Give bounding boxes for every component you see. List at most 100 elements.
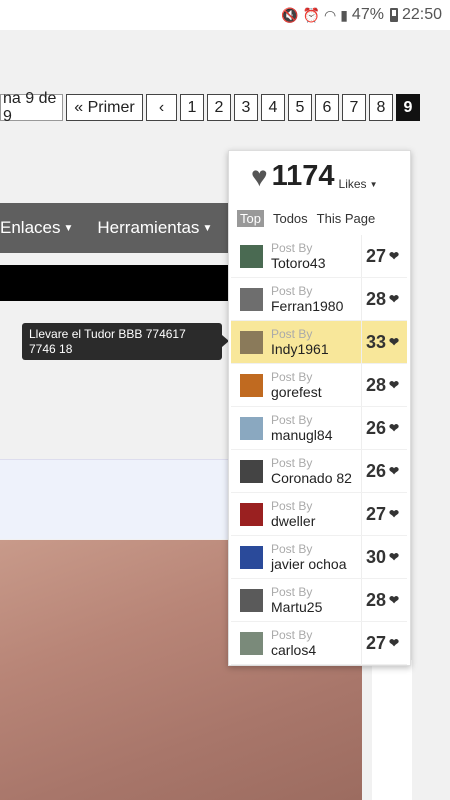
- post-by-label: Post By: [271, 369, 313, 384]
- post-by-label: Post By: [271, 541, 313, 556]
- like-score-value: 28: [366, 374, 387, 395]
- avatar[interactable]: [240, 416, 263, 440]
- nav-enlaces[interactable]: Enlaces ▼: [0, 218, 73, 238]
- heart-icon: ❤: [389, 593, 400, 607]
- page-3-button[interactable]: 3: [234, 94, 258, 121]
- tab-top[interactable]: Top: [237, 209, 264, 227]
- liker-info: Post By carlos4: [271, 627, 361, 658]
- likes-row[interactable]: Post By Ferran1980 28 ❤: [231, 278, 407, 321]
- liker-name[interactable]: Indy1961: [271, 341, 361, 357]
- tab-todos[interactable]: Todos: [273, 211, 308, 226]
- post-side-strip: [372, 660, 412, 800]
- current-page[interactable]: 9: [396, 94, 420, 121]
- likes-list: Post By Totoro43 27 ❤ Post By Ferran1980 28 ❤ Po…: [229, 235, 410, 665]
- forum-navbar: Enlaces▼ Herramientas▼ Bu: [0, 203, 230, 253]
- avatar[interactable]: [240, 244, 263, 268]
- post-by-label: Post By: [271, 498, 313, 513]
- liker-info: Post By Ferran1980: [271, 284, 361, 314]
- liker-name[interactable]: dweller: [271, 513, 361, 529]
- heart-icon: ❤: [389, 378, 400, 392]
- page-6-button[interactable]: 6: [315, 94, 339, 121]
- post-by-label: Post By: [271, 326, 313, 341]
- heart-icon: ❤: [389, 507, 400, 521]
- heart-icon: ❤: [389, 636, 400, 650]
- likes-row[interactable]: Post By javier ochoa 30 ❤: [231, 536, 407, 579]
- like-score: 28 ❤: [361, 364, 407, 406]
- wifi-icon: ◠: [323, 6, 337, 23]
- likes-row[interactable]: Post By Indy1961 33 ❤: [231, 321, 407, 364]
- heart-icon: ❤: [389, 550, 400, 564]
- avatar[interactable]: [240, 287, 263, 311]
- like-score: 26 ❤: [361, 407, 407, 449]
- nav-herramientas[interactable]: Herramientas ▼: [97, 218, 212, 238]
- tab-this-page[interactable]: This Page: [317, 211, 376, 226]
- likes-row[interactable]: Post By carlos4 27 ❤: [231, 622, 407, 665]
- liker-info: Post By Martu25: [271, 584, 361, 615]
- heart-icon: ❤: [389, 292, 400, 306]
- status-bar: 🔇 ⏰ ◠ ▮ 47% 22:50: [0, 0, 450, 30]
- avatar[interactable]: [240, 373, 263, 397]
- liker-info: Post By Totoro43: [271, 240, 361, 271]
- pagination: na 9 de 9 « Primer ‹ 1 2 3 4 5 6 7 8 9: [0, 90, 420, 125]
- caret-down-icon: ▼: [369, 179, 378, 189]
- like-score-value: 33: [366, 331, 387, 352]
- heart-icon: ♥: [251, 161, 268, 192]
- avatar[interactable]: [240, 330, 263, 354]
- title-bar: [0, 265, 230, 301]
- page-7-button[interactable]: 7: [342, 94, 366, 121]
- avatar[interactable]: [240, 631, 263, 655]
- first-page-button[interactable]: « Primer: [66, 94, 143, 121]
- liker-name[interactable]: Martu25: [271, 599, 361, 615]
- post-by-label: Post By: [271, 240, 313, 255]
- heart-icon: ❤: [389, 249, 400, 263]
- like-score-value: 27: [366, 632, 387, 653]
- like-score: 28 ❤: [361, 579, 407, 621]
- likes-dropdown[interactable]: Likes ▼: [339, 177, 378, 191]
- liker-name[interactable]: Totoro43: [271, 255, 361, 271]
- page-5-button[interactable]: 5: [288, 94, 312, 121]
- avatar[interactable]: [240, 459, 263, 483]
- liker-name[interactable]: gorefest: [271, 384, 361, 400]
- page-4-button[interactable]: 4: [261, 94, 285, 121]
- likes-header: ♥ 1174 Likes ▼: [229, 151, 410, 201]
- liker-name[interactable]: manugl84: [271, 427, 361, 443]
- signal-icon: ▮: [340, 6, 348, 23]
- likes-row[interactable]: Post By gorefest 28 ❤: [231, 364, 407, 407]
- battery-percent: 47%: [351, 6, 384, 23]
- likes-popover: ♥ 1174 Likes ▼ Top Todos This Page Post …: [228, 150, 411, 666]
- liker-info: Post By Coronado 82: [271, 456, 361, 486]
- liker-name[interactable]: javier ochoa: [271, 556, 361, 572]
- likes-row[interactable]: Post By Totoro43 27 ❤: [231, 235, 407, 278]
- avatar[interactable]: [240, 502, 263, 526]
- post-by-label: Post By: [271, 412, 313, 427]
- avatar[interactable]: [240, 588, 263, 612]
- post-by-label: Post By: [271, 627, 313, 642]
- post-header-panel: [0, 459, 232, 539]
- post-by-label: Post By: [271, 584, 313, 599]
- like-score: 26 ❤: [361, 450, 407, 492]
- liker-name[interactable]: carlos4: [271, 642, 361, 658]
- like-score: 33 ❤: [361, 321, 407, 363]
- like-score: 28 ❤: [361, 278, 407, 320]
- page-8-button[interactable]: 8: [369, 94, 393, 121]
- page-2-button[interactable]: 2: [207, 94, 231, 121]
- likes-row[interactable]: Post By Martu25 28 ❤: [231, 579, 407, 622]
- liker-name[interactable]: Coronado 82: [271, 470, 361, 486]
- heart-icon: ❤: [389, 421, 400, 435]
- clock: 22:50: [401, 6, 442, 23]
- liker-info: Post By Indy1961: [271, 326, 361, 357]
- heart-icon: ❤: [389, 335, 400, 349]
- likes-row[interactable]: Post By manugl84 26 ❤: [231, 407, 407, 450]
- page-1-button[interactable]: 1: [180, 94, 204, 121]
- likes-row[interactable]: Post By Coronado 82 26 ❤: [231, 450, 407, 493]
- liker-info: Post By javier ochoa: [271, 541, 361, 572]
- like-score-value: 27: [366, 503, 387, 524]
- avatar[interactable]: [240, 545, 263, 569]
- liker-name[interactable]: Ferran1980: [271, 298, 361, 314]
- liker-info: Post By manugl84: [271, 412, 361, 443]
- likes-row[interactable]: Post By dweller 27 ❤: [231, 493, 407, 536]
- like-score-value: 30: [366, 546, 387, 567]
- caret-down-icon: ▼: [63, 222, 74, 234]
- nav-label: Enlaces: [0, 218, 61, 237]
- prev-page-button[interactable]: ‹: [146, 94, 177, 121]
